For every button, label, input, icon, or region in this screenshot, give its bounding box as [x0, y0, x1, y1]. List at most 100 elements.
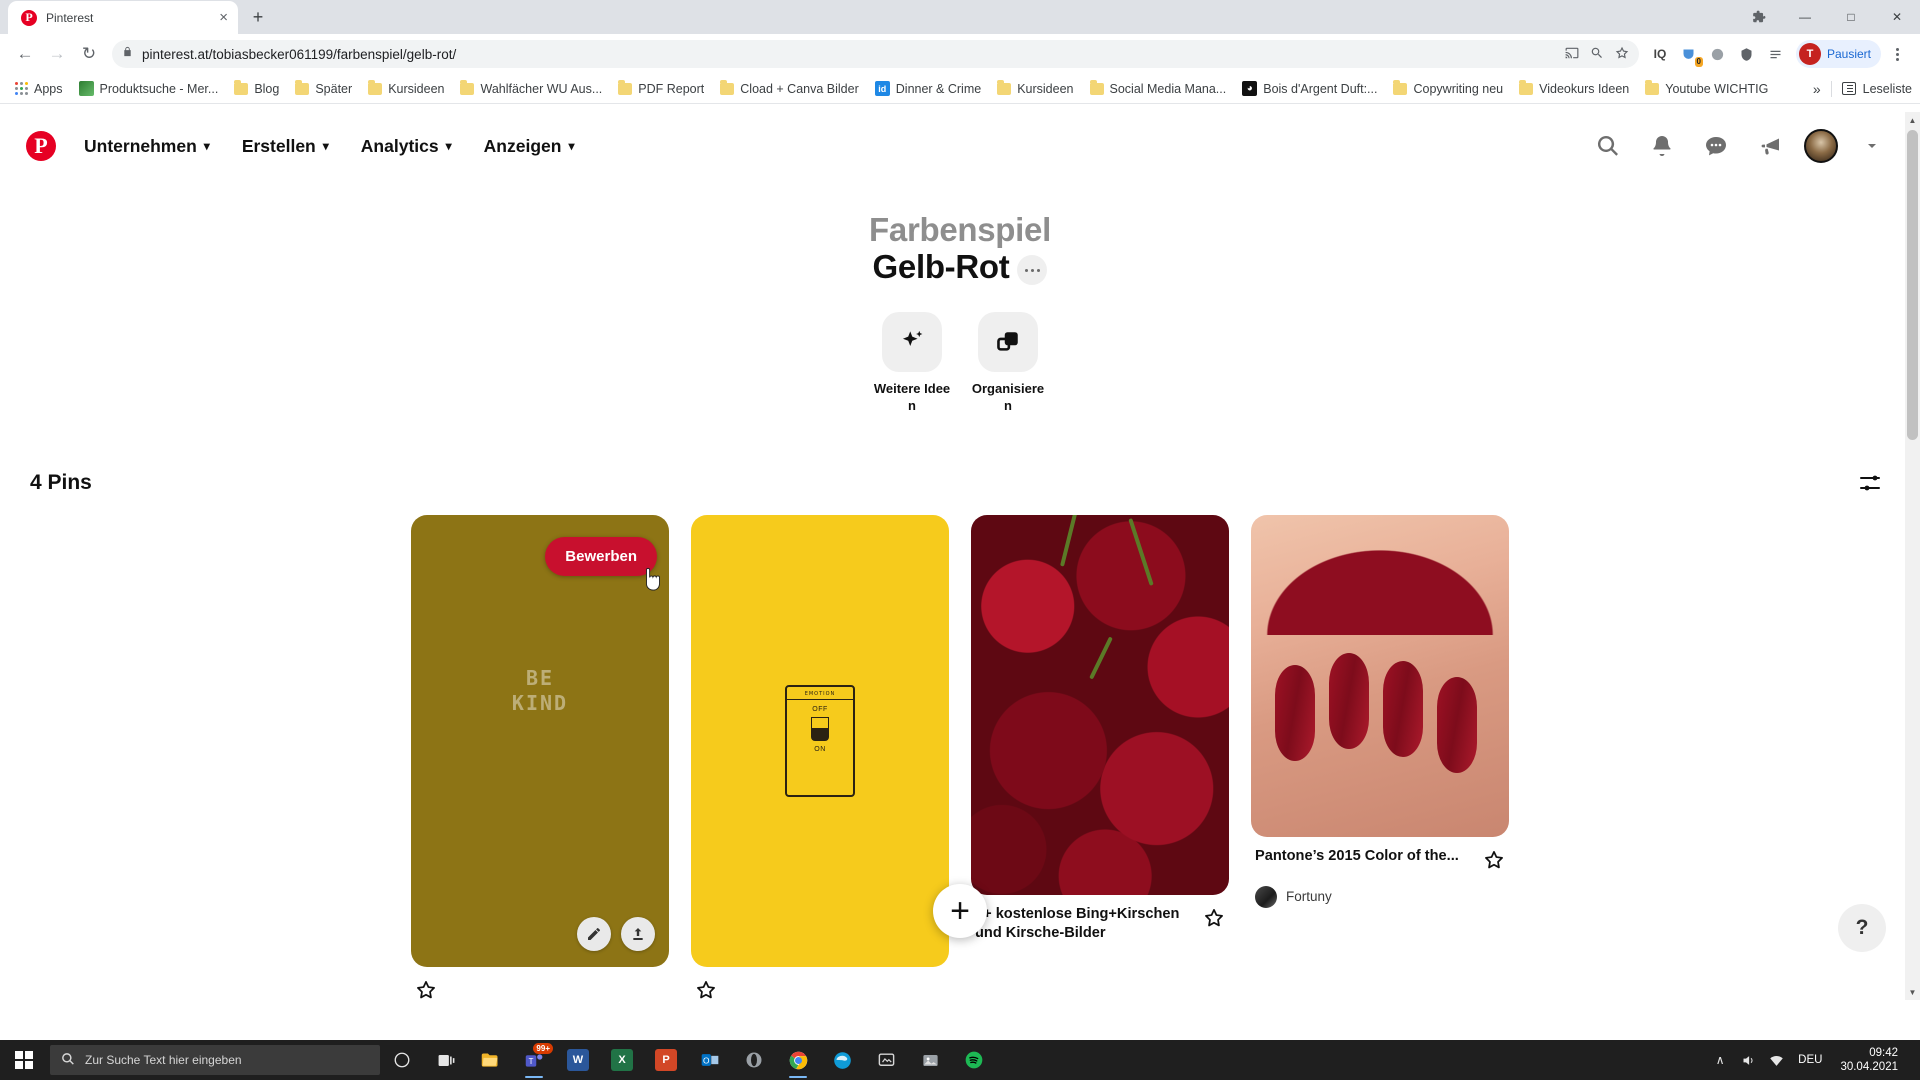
bookmark-star-icon[interactable] — [1615, 46, 1629, 63]
windows-start-icon[interactable] — [0, 1040, 48, 1080]
extension-puzzle-icon[interactable] — [1736, 0, 1782, 34]
bookmarks-overflow-icon[interactable]: » — [1813, 81, 1821, 97]
edge-icon[interactable] — [820, 1040, 864, 1080]
forward-button[interactable]: → — [42, 39, 72, 69]
bookmarks-bar-right: » Leseliste — [1813, 80, 1912, 97]
grammarly-extension-icon[interactable] — [1705, 41, 1731, 67]
bookmark-videokurs[interactable]: Videokurs Ideen — [1512, 79, 1636, 99]
maximize-button[interactable]: □ — [1828, 0, 1874, 34]
bookmark-kursideen-2[interactable]: Kursideen — [990, 79, 1080, 99]
pin-author[interactable]: Fortuny — [1251, 885, 1509, 908]
board-options-icon[interactable] — [1017, 255, 1048, 286]
teams-icon[interactable]: T 99+ — [512, 1040, 556, 1080]
browser-tab[interactable]: P Pinterest × — [8, 1, 238, 34]
nav-item-unternehmen[interactable]: Unternehmen ▾ — [68, 127, 226, 166]
cast-icon[interactable] — [1565, 46, 1579, 63]
board-action-organisieren[interactable]: Organisieren — [968, 311, 1048, 415]
bell-icon[interactable] — [1640, 124, 1684, 168]
nav-label: Erstellen — [241, 135, 316, 156]
bookmark-cloud-canva[interactable]: Cload + Canva Bilder — [713, 79, 865, 99]
close-tab-icon[interactable]: × — [219, 10, 228, 25]
account-chevron-down-icon[interactable] — [1850, 124, 1894, 168]
save-pin-star-icon[interactable] — [691, 979, 949, 1000]
bookmark-blog[interactable]: Blog — [227, 79, 286, 99]
save-pin-star-icon[interactable] — [1203, 907, 1225, 934]
bookmark-apps[interactable]: Apps — [8, 79, 70, 99]
page-scrollbar[interactable]: ▲ ▼ — [1905, 112, 1920, 1000]
pin-card-be-kind[interactable]: BE KIND Bewerben — [411, 514, 669, 1000]
pin-image[interactable]: EMOTION OFF ON — [691, 514, 949, 967]
cortana-icon[interactable] — [380, 1040, 424, 1080]
nav-item-anzeigen[interactable]: Anzeigen ▾ — [468, 127, 591, 166]
adblock-extension-icon[interactable] — [1734, 41, 1760, 67]
reload-button[interactable]: ↻ — [74, 39, 104, 69]
pin-card-cherries[interactable]: 2+ kostenlose Bing+Kirschen und Kirsche-… — [971, 514, 1229, 944]
minimize-button[interactable]: — — [1782, 0, 1828, 34]
list-extension-icon[interactable] — [1763, 41, 1789, 67]
back-button[interactable]: ← — [10, 39, 40, 69]
taskbar-search-input[interactable]: Zur Suche Text hier eingeben — [50, 1045, 380, 1075]
help-fab[interactable]: ? — [1838, 904, 1886, 952]
new-tab-button[interactable]: + — [244, 3, 272, 31]
bookmark-copywriting[interactable]: Copywriting neu — [1386, 79, 1510, 99]
spotify-icon[interactable] — [952, 1040, 996, 1080]
bookmark-youtube-wichtig[interactable]: Youtube WICHTIG — [1638, 79, 1775, 99]
volume-icon[interactable] — [1734, 1040, 1762, 1080]
pin-card-pantone-nails[interactable]: Pantone’s 2015 Color of the... Fortuny — [1251, 514, 1509, 908]
pin-image[interactable] — [1251, 514, 1509, 837]
chat-icon[interactable] — [1694, 124, 1738, 168]
network-icon[interactable] — [1762, 1040, 1790, 1080]
filter-sliders-icon[interactable] — [1850, 463, 1890, 503]
close-window-button[interactable]: ✕ — [1874, 0, 1920, 34]
pocket-extension-icon[interactable]: 0 — [1676, 41, 1703, 67]
save-pin-star-icon[interactable] — [411, 979, 669, 1000]
bookmark-dinner-crime[interactable]: id Dinner & Crime — [868, 78, 988, 99]
word-icon[interactable]: W — [556, 1040, 600, 1080]
kebab-menu-icon[interactable] — [1884, 47, 1910, 61]
search-icon[interactable] — [1586, 124, 1630, 168]
bewerben-button[interactable]: Bewerben — [545, 536, 657, 576]
scroll-down-arrow[interactable]: ▼ — [1905, 984, 1920, 1000]
nav-item-analytics[interactable]: Analytics ▾ — [345, 127, 468, 166]
bookmark-bois-dargent[interactable]: ◕ Bois d'Argent Duft:... — [1235, 78, 1384, 99]
pin-image[interactable]: BE KIND Bewerben — [411, 514, 669, 967]
create-pin-fab[interactable]: + — [933, 884, 987, 938]
scrollbar-thumb[interactable] — [1907, 130, 1918, 440]
iq-extension-icon[interactable]: IQ — [1647, 41, 1673, 67]
tray-expand-chevron-icon[interactable]: ∧ — [1706, 1040, 1734, 1080]
pin-card-emotion-jar[interactable]: EMOTION OFF ON — [691, 514, 949, 1000]
save-pin-star-icon[interactable] — [1483, 849, 1505, 876]
excel-icon[interactable]: X — [600, 1040, 644, 1080]
bookmark-social-media[interactable]: Social Media Mana... — [1083, 79, 1234, 99]
bookmark-spaeter[interactable]: Später — [288, 79, 359, 99]
bookmark-kursideen-1[interactable]: Kursideen — [361, 79, 451, 99]
opera-icon[interactable] — [732, 1040, 776, 1080]
megaphone-icon[interactable] — [1748, 124, 1792, 168]
user-avatar[interactable] — [1804, 129, 1838, 163]
snip-tool-icon[interactable] — [864, 1040, 908, 1080]
photos-icon[interactable] — [908, 1040, 952, 1080]
taskbar-clock[interactable]: 09:42 30.04.2021 — [1830, 1046, 1908, 1075]
file-explorer-icon[interactable] — [468, 1040, 512, 1080]
profile-chip[interactable]: T Pausiert — [1795, 40, 1881, 68]
nav-item-erstellen[interactable]: Erstellen ▾ — [226, 127, 345, 166]
pinterest-logo-icon[interactable]: P — [26, 131, 56, 161]
board-action-weitere-ideen[interactable]: Weitere Ideen — [872, 311, 952, 415]
powerpoint-icon[interactable]: P — [644, 1040, 688, 1080]
task-view-icon[interactable] — [424, 1040, 468, 1080]
chrome-icon[interactable] — [776, 1040, 820, 1080]
edit-pencil-icon[interactable] — [577, 916, 611, 951]
outlook-icon[interactable]: O — [688, 1040, 732, 1080]
show-desktop-button[interactable] — [1908, 1040, 1914, 1080]
pin-image[interactable] — [971, 514, 1229, 895]
share-upload-icon[interactable] — [621, 916, 655, 951]
bookmark-wahlfaecher[interactable]: Wahlfächer WU Aus... — [453, 79, 609, 99]
board-header: Farbenspiel Gelb-Rot Weitere Ideen Organ… — [0, 180, 1920, 415]
reading-list-button[interactable]: Leseliste — [1841, 82, 1912, 96]
scroll-up-arrow[interactable]: ▲ — [1905, 112, 1920, 128]
language-indicator[interactable]: DEU — [1790, 1054, 1830, 1066]
address-bar[interactable]: pinterest.at/tobiasbecker061199/farbensp… — [112, 40, 1639, 68]
bookmark-pdf-report[interactable]: PDF Report — [611, 79, 711, 99]
zoom-icon[interactable] — [1590, 46, 1604, 63]
bookmark-produktsuche[interactable]: Produktsuche - Mer... — [72, 78, 226, 99]
